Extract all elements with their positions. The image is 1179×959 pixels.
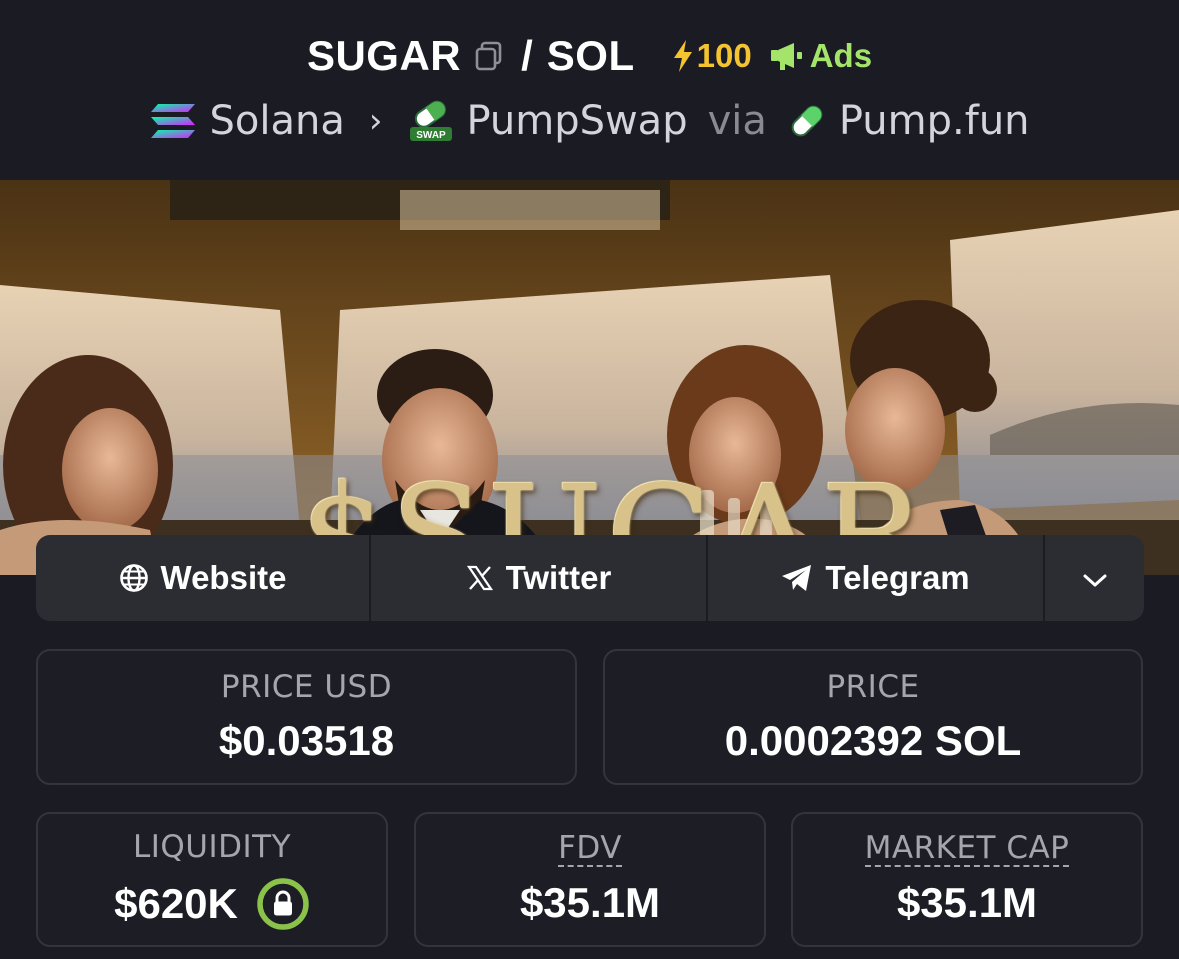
via-label: via [707, 98, 767, 144]
telegram-label: Telegram [825, 559, 970, 596]
liquidity-label: LIQUIDITY [132, 828, 292, 865]
twitter-label: Twitter [505, 559, 612, 596]
swap-badge-text: SWAP [417, 130, 447, 141]
boost-count: 100 [696, 37, 752, 74]
pair-separator: / [521, 32, 533, 79]
price-native-label: PRICE [826, 669, 920, 705]
solana-logo-icon [149, 101, 197, 141]
chain-name[interactable]: Solana [209, 98, 344, 144]
social-links-bar: Website Twitter Telegram [36, 535, 1144, 621]
telegram-button[interactable]: Telegram [708, 535, 1045, 621]
ads-label: Ads [809, 37, 873, 74]
liquidity-row: $620K [114, 877, 310, 931]
fdv-card: FDV $35.1M [414, 812, 766, 947]
twitter-button[interactable]: Twitter [371, 535, 708, 621]
boost-badge[interactable]: 100 [671, 37, 752, 75]
pair-title-row: SUGAR / SOL 100 Ads [0, 28, 1179, 84]
pill-icon [787, 101, 827, 141]
price-native-value: 0.0002392 SOL [724, 717, 1022, 764]
base-symbol: SUGAR [306, 32, 462, 79]
chevron-down-icon [1082, 559, 1108, 597]
market-cap-card: MARKET CAP $35.1M [791, 812, 1143, 947]
pumpswap-logo-icon: SWAP [408, 99, 454, 143]
price-usd-label: PRICE USD [220, 669, 393, 705]
fdv-value: $35.1M [519, 879, 661, 927]
price-native-card: PRICE 0.0002392 SOL [603, 649, 1143, 785]
telegram-icon [781, 563, 813, 593]
liquidity-card: LIQUIDITY $620K [36, 812, 388, 947]
chain-breadcrumb: Solana › SWAP PumpSwap via Pump.fun [0, 94, 1179, 148]
price-usd-card: PRICE USD $0.03518 [36, 649, 577, 785]
dex-name[interactable]: PumpSwap [466, 98, 687, 144]
token-banner-image: $SUGAR [0, 180, 1179, 575]
ads-badge[interactable]: Ads [770, 37, 872, 75]
website-label: Website [160, 559, 287, 596]
globe-icon [119, 563, 149, 593]
market-cap-label[interactable]: MARKET CAP [864, 832, 1070, 868]
more-links-button[interactable] [1045, 535, 1144, 621]
lock-icon[interactable] [256, 877, 310, 931]
website-button[interactable]: Website [36, 535, 371, 621]
liquidity-value: $620K [114, 879, 238, 927]
quote-symbol: SOL [546, 32, 635, 79]
lightning-icon [673, 40, 692, 72]
x-icon [466, 564, 494, 592]
copy-icon[interactable] [473, 39, 507, 73]
megaphone-icon [770, 43, 802, 70]
fdv-label[interactable]: FDV [558, 832, 622, 868]
chevron-right-icon: › [368, 101, 383, 141]
price-usd-value: $0.03518 [218, 717, 395, 764]
market-cap-value: $35.1M [896, 879, 1038, 927]
launchpad-name[interactable]: Pump.fun [839, 98, 1030, 144]
